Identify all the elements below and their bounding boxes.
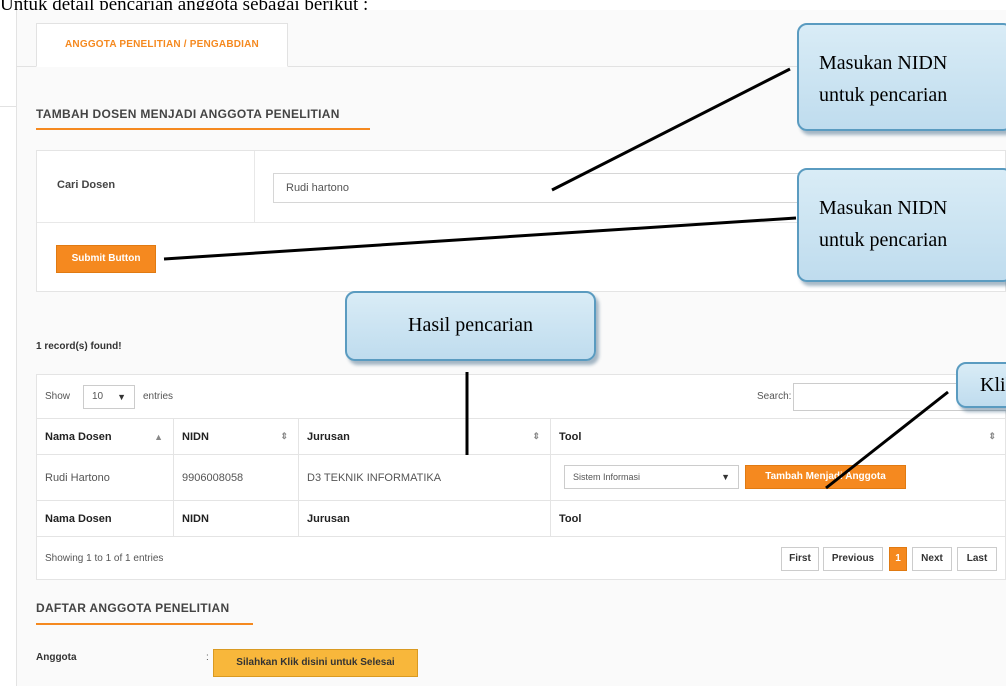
table-search-label: Search: (757, 391, 792, 402)
anggota-colon: : (206, 652, 209, 663)
footer-nidn: NIDN (174, 501, 299, 536)
callout-1-line-2: untuk pencarian (819, 84, 948, 106)
sort-both-icon: ⇕ (988, 431, 996, 441)
table-header-row: Nama Dosen ▲ NIDN ⇕ Jurusan ⇕ Tool ⇕ (37, 419, 1006, 455)
callout-klik: Klik (956, 362, 1006, 408)
callout-hasil-pencarian: Hasil pencarian (345, 291, 596, 361)
column-header-jurusan[interactable]: Jurusan ⇕ (299, 419, 551, 454)
cell-jurusan: D3 TEKNIK INFORMATIKA (299, 455, 551, 500)
submit-button[interactable]: Submit Button (56, 245, 156, 273)
add-section-title: TAMBAH DOSEN MENJADI ANGGOTA PENELITIAN (36, 107, 340, 121)
sort-both-icon: ⇕ (532, 431, 540, 441)
callout-4-text: Klik (980, 374, 1006, 396)
entries-select[interactable]: 10 ▼ (83, 385, 135, 409)
column-header-nama-label: Nama Dosen (45, 430, 112, 443)
jurusan-select[interactable]: Sistem Informasi ▼ (564, 465, 739, 489)
callout-1-line-1: Masukan NIDN (819, 52, 948, 74)
callout-2-line-1: Masukan NIDN (819, 197, 948, 219)
entries-select-value: 10 (92, 391, 104, 402)
jurusan-select-value: Sistem Informasi (573, 472, 641, 482)
sort-both-icon: ⇕ (280, 431, 288, 441)
callout-masukan-nidn-2: Masukan NIDN untuk pencarian (797, 168, 1006, 282)
add-section-underline (36, 128, 370, 130)
pagination-next[interactable]: Next (912, 547, 952, 571)
table-pagination-bar: Showing 1 to 1 of 1 entries First Previo… (37, 537, 1006, 581)
anggota-label: Anggota (36, 652, 77, 663)
column-header-nidn-label: NIDN (182, 430, 209, 443)
table-toolbar: Show 10 ▼ entries Search: (37, 375, 1006, 419)
column-header-tool-label: Tool (559, 430, 582, 443)
footer-tool: Tool (551, 501, 1006, 536)
footer-nama: Nama Dosen (37, 501, 174, 536)
column-header-nama[interactable]: Nama Dosen ▲ (37, 419, 174, 454)
finish-button[interactable]: Silahkan Klik disini untuk Selesai (213, 649, 418, 677)
sort-asc-icon: ▲ (154, 431, 163, 442)
cell-nidn: 9906008058 (174, 455, 299, 500)
callout-3-text: Hasil pencarian (408, 314, 533, 336)
list-section-title: DAFTAR ANGGOTA PENELITIAN (36, 601, 230, 615)
showing-entries-text: Showing 1 to 1 of 1 entries (45, 553, 164, 564)
cari-dosen-label: Cari Dosen (57, 179, 116, 191)
column-header-jurusan-label: Jurusan (307, 430, 350, 443)
footer-jurusan: Jurusan (299, 501, 551, 536)
pagination-last[interactable]: Last (957, 547, 997, 571)
callout-2-line-2: untuk pencarian (819, 229, 948, 251)
show-label: Show (45, 391, 71, 402)
pagination-previous[interactable]: Previous (823, 547, 883, 571)
tambah-anggota-button[interactable]: Tambah Menjadi Anggota (745, 465, 906, 489)
chevron-down-icon: ▼ (117, 392, 126, 402)
callout-masukan-nidn-1: Masukan NIDN untuk pencarian (797, 23, 1006, 131)
table-footer-row: Nama Dosen NIDN Jurusan Tool (37, 501, 1006, 537)
records-found-text: 1 record(s) found! (36, 341, 122, 352)
column-header-nidn[interactable]: NIDN ⇕ (174, 419, 299, 454)
cell-nama: Rudi Hartono (37, 455, 174, 500)
list-section-underline (36, 623, 253, 625)
tab-bar-line-left (0, 106, 16, 107)
column-header-tool[interactable]: Tool ⇕ (551, 419, 1006, 454)
tab-anggota-penelitian[interactable]: ANGGOTA PENELITIAN / PENGABDIAN (36, 23, 288, 67)
pagination-first[interactable]: First (781, 547, 819, 571)
chevron-down-icon: ▼ (721, 472, 730, 482)
pagination-page-1[interactable]: 1 (889, 547, 907, 571)
entries-label: entries (143, 391, 174, 402)
